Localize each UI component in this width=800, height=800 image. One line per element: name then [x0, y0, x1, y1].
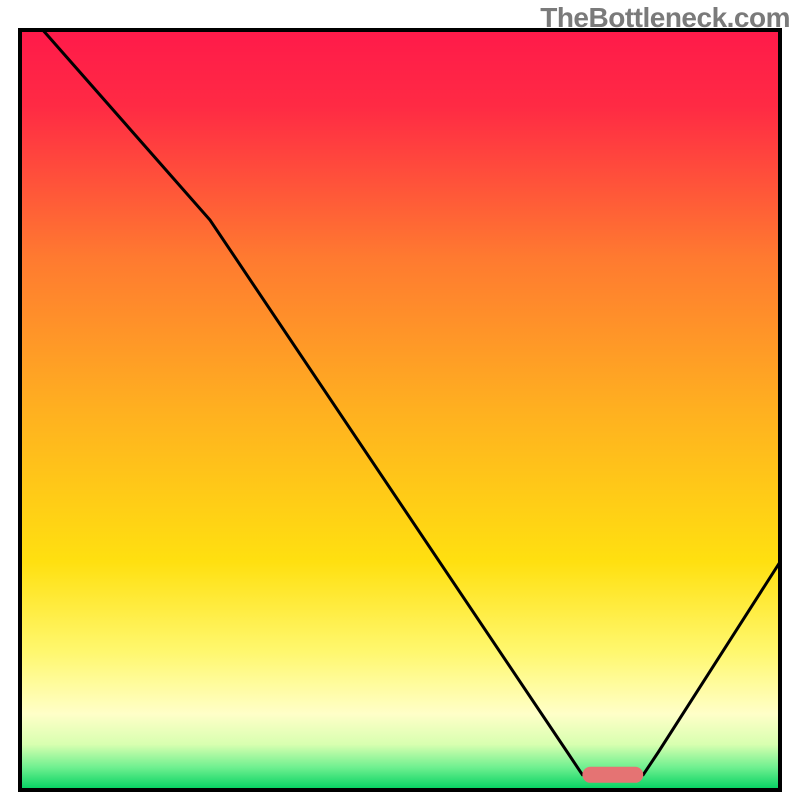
- bottleneck-chart: TheBottleneck.com: [0, 0, 800, 800]
- watermark-text: TheBottleneck.com: [540, 2, 790, 34]
- gradient-background: [20, 30, 780, 790]
- optimal-range-marker: [582, 767, 643, 783]
- chart-svg: [0, 0, 800, 800]
